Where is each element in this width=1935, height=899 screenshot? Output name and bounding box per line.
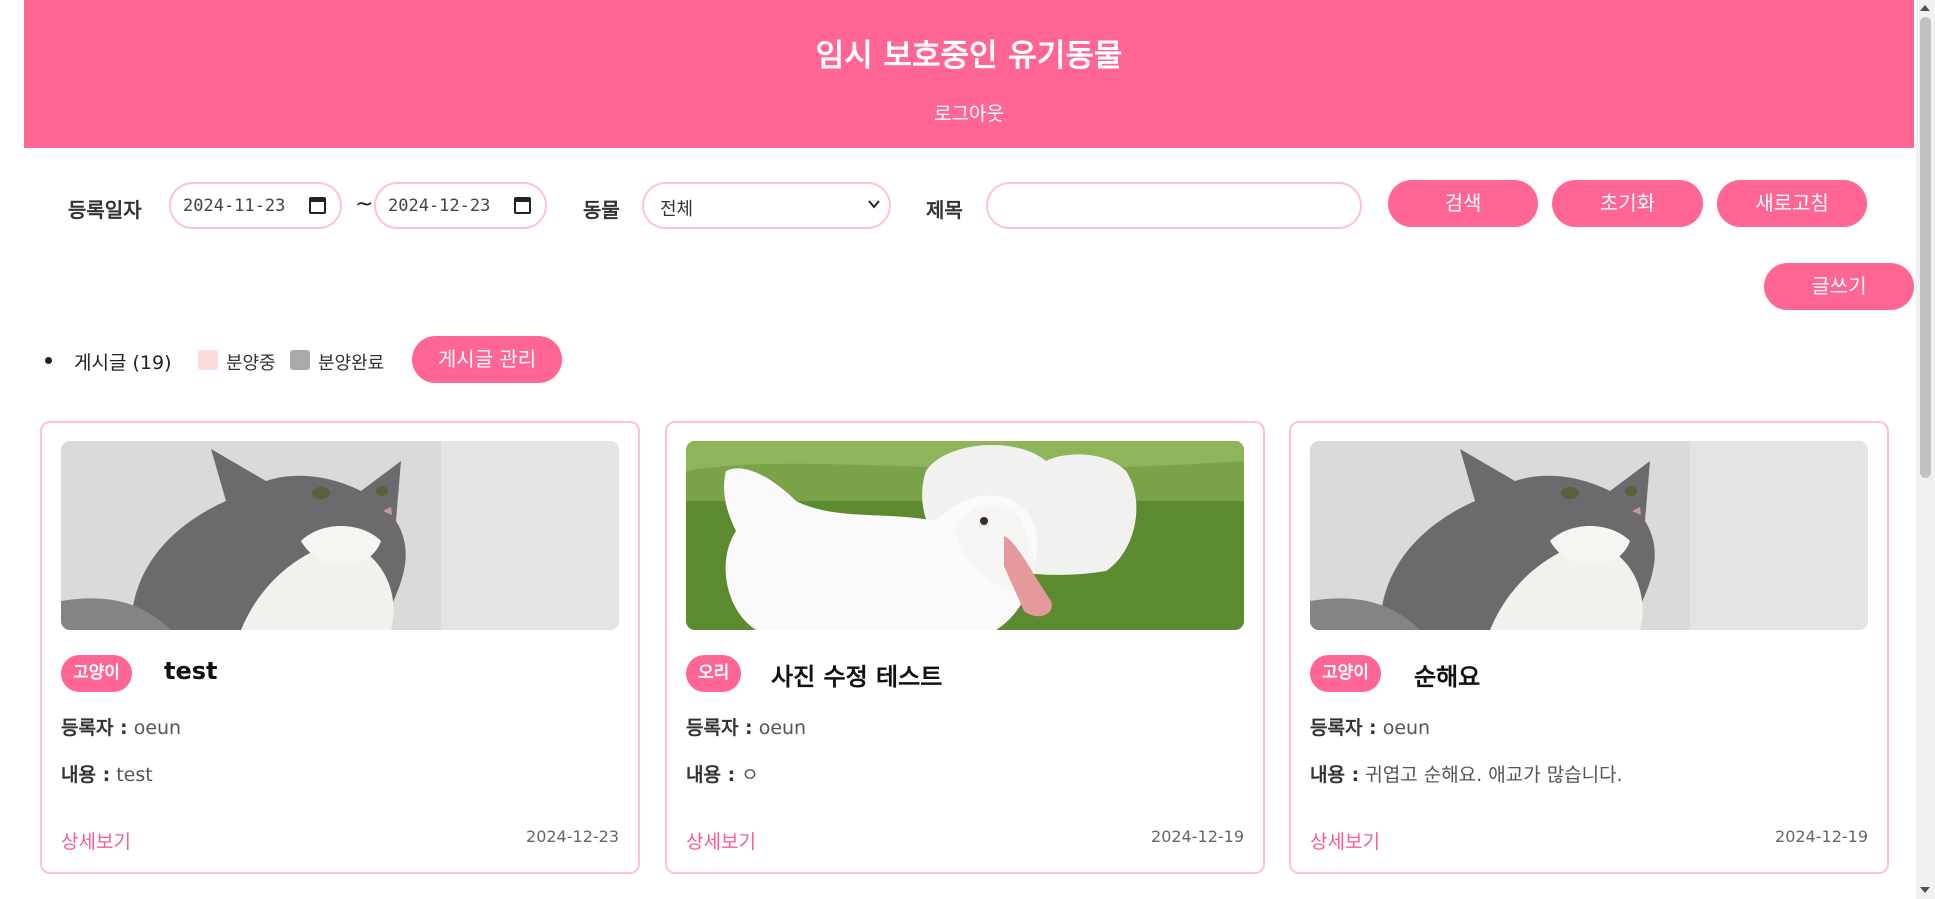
logout-link[interactable]: 로그아웃: [24, 99, 1914, 126]
card-date: 2024-12-19: [1151, 827, 1244, 846]
content-label: 내용 :: [61, 764, 111, 786]
detail-link[interactable]: 상세보기: [1310, 827, 1380, 854]
write-button[interactable]: 글쓰기: [1764, 263, 1914, 310]
animal-tag: 고양이: [1310, 655, 1381, 692]
page-title: 임시 보호중인 유기동물: [815, 38, 1123, 74]
scroll-down-icon[interactable]: [1920, 887, 1930, 893]
content-value: ㅇ: [741, 764, 759, 786]
author-value: oeun: [758, 717, 807, 739]
duck-photo: [686, 441, 1244, 630]
reset-button[interactable]: 초기화: [1552, 180, 1703, 227]
calendar-icon[interactable]: [309, 197, 326, 214]
author-value: oeun: [1382, 717, 1431, 739]
date-to-value: 2024-12-23: [388, 196, 491, 216]
legend-label-adopted: 분양완료: [318, 353, 385, 374]
legend-label-adopting: 분양중: [226, 353, 276, 374]
animal-select[interactable]: 전체: [642, 182, 891, 229]
bullet-icon: [45, 357, 52, 364]
refresh-button[interactable]: 새로고침: [1717, 180, 1867, 227]
post-card[interactable]: 고양이 순해요 등록자 : oeun 내용 : 귀엽고 순해요. 애교가 많습니…: [1289, 421, 1889, 874]
post-count: 게시글 (19): [74, 352, 172, 374]
card-title: test: [164, 657, 218, 685]
date-from-input[interactable]: 2024-11-23: [169, 182, 342, 229]
scrollbar[interactable]: [1916, 0, 1935, 899]
chevron-down-icon: [867, 196, 881, 215]
date-to-input[interactable]: 2024-12-23: [374, 182, 547, 229]
card-author: 등록자 : oeun: [686, 713, 806, 740]
date-range-separator: ~: [355, 192, 374, 217]
card-title: 사진 수정 테스트: [771, 663, 943, 691]
date-from-value: 2024-11-23: [183, 196, 286, 216]
post-card[interactable]: 오리 사진 수정 테스트 등록자 : oeun 내용 : ㅇ 상세보기 2024…: [665, 421, 1265, 874]
author-value: oeun: [133, 717, 182, 739]
date-label: 등록일자: [68, 198, 142, 222]
cat-photo: [1310, 441, 1868, 630]
card-content: 내용 : ㅇ: [686, 760, 759, 787]
card-date: 2024-12-19: [1775, 827, 1868, 846]
author-label: 등록자 :: [61, 717, 128, 739]
author-label: 등록자 :: [1310, 717, 1377, 739]
calendar-icon[interactable]: [514, 197, 531, 214]
card-content: 내용 : 귀엽고 순해요. 애교가 많습니다.: [1310, 760, 1623, 787]
card-author: 등록자 : oeun: [61, 713, 181, 740]
author-label: 등록자 :: [686, 717, 753, 739]
animal-select-value: 전체: [660, 199, 694, 220]
content-value: 귀엽고 순해요. 애교가 많습니다.: [1365, 764, 1623, 786]
content-label: 내용 :: [1310, 764, 1360, 786]
cat-photo: [61, 441, 619, 630]
post-card[interactable]: 고양이 test 등록자 : oeun 내용 : test 상세보기 2024-…: [40, 421, 640, 874]
scroll-thumb[interactable]: [1920, 17, 1931, 478]
animal-tag: 고양이: [61, 655, 132, 692]
detail-link[interactable]: 상세보기: [686, 827, 756, 854]
search-bar: 등록일자 2024-11-23 ~ 2024-12-23 동물 전체 제목 검색…: [0, 180, 1900, 230]
title-label: 제목: [926, 198, 963, 222]
content-value: test: [116, 764, 153, 786]
card-author: 등록자 : oeun: [1310, 713, 1430, 740]
animal-label: 동물: [583, 198, 620, 222]
page-header: 임시 보호중인 유기동물 로그아웃: [24, 0, 1914, 148]
title-search-input[interactable]: [986, 182, 1362, 229]
search-button[interactable]: 검색: [1388, 180, 1538, 227]
scroll-up-icon[interactable]: [1920, 5, 1930, 11]
list-header: 게시글 (19) 분양중 분양완료 게시글 관리: [0, 335, 600, 385]
animal-tag: 오리: [686, 655, 742, 692]
card-date: 2024-12-23: [526, 827, 619, 846]
legend-swatch-adopted: [290, 350, 310, 370]
card-title: 순해요: [1414, 663, 1481, 691]
content-label: 내용 :: [686, 764, 736, 786]
card-content: 내용 : test: [61, 760, 153, 787]
legend-swatch-adopting: [198, 350, 218, 370]
detail-link[interactable]: 상세보기: [61, 827, 131, 854]
manage-posts-button[interactable]: 게시글 관리: [412, 336, 562, 383]
